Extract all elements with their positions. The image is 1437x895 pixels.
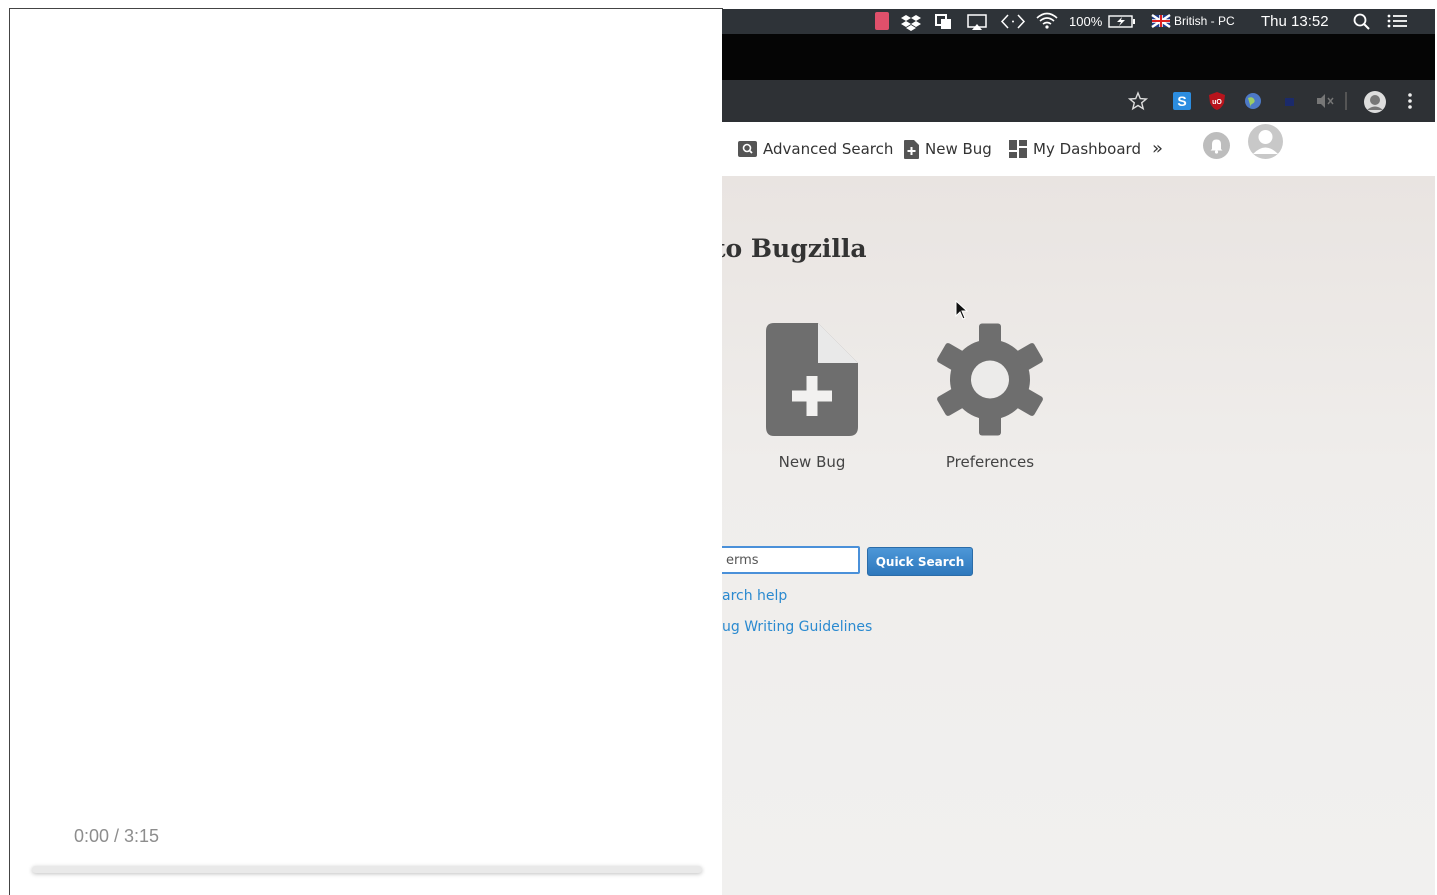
battery-icon[interactable] <box>1108 9 1138 34</box>
uk-flag-icon[interactable] <box>1151 9 1171 34</box>
red-app-icon[interactable] <box>875 12 889 30</box>
airplay-icon[interactable] <box>966 9 988 34</box>
quick-search-button[interactable]: Quick Search <box>867 547 973 576</box>
bug-writing-guidelines-link[interactable]: ug Writing Guidelines <box>722 619 872 635</box>
notifications-bell-icon[interactable] <box>1202 131 1237 159</box>
my-dashboard-link[interactable]: My Dashboard <box>1009 138 1141 160</box>
profile-avatar-icon[interactable] <box>1363 90 1386 113</box>
dropbox-icon[interactable] <box>900 9 922 34</box>
notification-center-icon[interactable] <box>1385 9 1409 34</box>
search-box-icon <box>738 141 757 157</box>
screen-recording-pane: 100% British - PC Thu 13:52 S uO Advance… <box>722 9 1435 895</box>
new-bug-header-label: New Bug <box>925 140 992 158</box>
quick-search-input[interactable] <box>722 546 860 574</box>
bugzilla-main-content: to Bugzilla New Bug Preferences Quick Se… <box>722 176 1435 895</box>
spotlight-search-icon[interactable] <box>1352 9 1372 34</box>
new-bug-file-icon[interactable] <box>766 323 858 437</box>
video-time-display: 0:00 / 3:15 <box>74 826 160 846</box>
browser-tab-strip <box>722 34 1435 80</box>
keyboard-layout-label[interactable]: British - PC <box>1174 9 1235 34</box>
code-brackets-icon[interactable] <box>1000 9 1026 34</box>
muted-speaker-icon[interactable] <box>1314 90 1336 112</box>
battery-percentage[interactable]: 100% <box>1069 9 1102 34</box>
more-menu-button[interactable]: » <box>1152 138 1163 160</box>
search-help-link[interactable]: arch help <box>722 588 787 604</box>
menubar-clock[interactable]: Thu 13:52 <box>1261 9 1329 34</box>
gear-icon[interactable] <box>934 323 1046 436</box>
svg-text:S: S <box>1177 93 1186 109</box>
video-progress-bar[interactable] <box>32 866 702 873</box>
macos-menu-bar: 100% British - PC Thu 13:52 <box>722 9 1435 34</box>
browser-toolbar: S uO <box>722 80 1435 122</box>
ublock-origin-icon[interactable]: uO <box>1206 90 1228 112</box>
new-bug-action-label[interactable]: New Bug <box>732 453 892 471</box>
bookmark-star-icon[interactable] <box>1127 90 1149 112</box>
dark-extension-icon[interactable] <box>1279 90 1301 112</box>
advanced-search-label: Advanced Search <box>763 140 894 158</box>
wifi-icon[interactable] <box>1035 9 1059 34</box>
advanced-search-link[interactable]: Advanced Search <box>738 138 893 160</box>
globe-extension-icon[interactable] <box>1242 90 1264 112</box>
dashboard-grid-icon <box>1009 140 1027 158</box>
mouse-cursor-icon <box>955 300 969 320</box>
file-plus-icon <box>904 139 919 159</box>
svg-text:uO: uO <box>1212 99 1222 106</box>
toolbar-divider <box>1345 92 1347 110</box>
new-bug-link[interactable]: New Bug <box>904 138 992 160</box>
browser-menu-icon[interactable] <box>1403 90 1425 112</box>
preferences-action-label[interactable]: Preferences <box>910 453 1070 471</box>
user-avatar[interactable] <box>1247 123 1290 159</box>
bugzilla-header: Advanced Search New Bug My Dashboard » <box>722 122 1435 176</box>
window-switch-icon[interactable] <box>934 9 954 34</box>
my-dashboard-label: My Dashboard <box>1033 140 1141 158</box>
video-player-pane[interactable]: 0:00 / 3:15 <box>10 9 722 895</box>
welcome-heading: to Bugzilla <box>722 234 867 263</box>
s-extension-icon[interactable]: S <box>1171 90 1193 112</box>
